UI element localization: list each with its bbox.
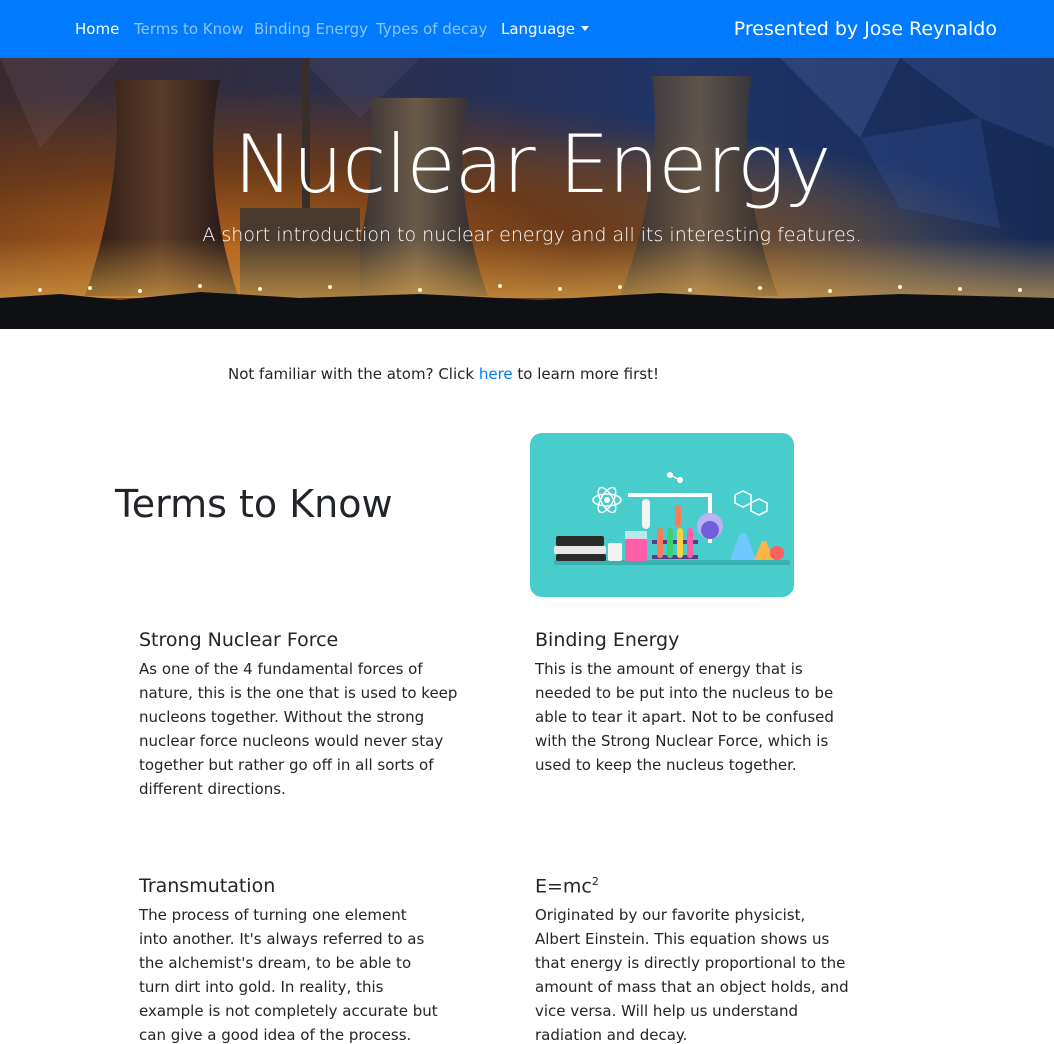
terms-section-title: Terms to Know — [115, 482, 393, 526]
navbar: Home Terms to Know Binding Energy Types … — [0, 0, 1054, 58]
term-card: Binding Energy This is the amount of ene… — [535, 629, 855, 777]
term-title-base: E=mc — [535, 875, 592, 898]
term-title: E=mc2 — [535, 875, 855, 897]
nav-home-link[interactable]: Home — [75, 20, 119, 38]
term-card: Strong Nuclear Force As one of the 4 fun… — [139, 629, 459, 801]
term-title-superscript: 2 — [591, 875, 599, 888]
term-body: Originated by our favorite physicist, Al… — [535, 906, 849, 1044]
language-dropdown-label: Language — [501, 20, 576, 38]
intro-text-before: Not familiar with the atom? Click — [228, 365, 479, 383]
term-body: As one of the 4 fundamental forces of na… — [139, 660, 458, 798]
term-title: Binding Energy — [535, 629, 680, 651]
hero-banner: Nuclear Energy A short introduction to n… — [0, 58, 1054, 329]
lab-equipment-illustration — [530, 433, 794, 597]
nav-terms-link[interactable]: Terms to Know — [134, 20, 244, 38]
intro-text: Not familiar with the atom? Click here t… — [228, 365, 659, 383]
hero-subtitle: A short introduction to nuclear energy a… — [202, 224, 862, 246]
language-dropdown[interactable]: Language — [501, 20, 590, 38]
presenter-credit: Presented by Jose Reynaldo — [733, 18, 997, 40]
nav-types-of-decay-link[interactable]: Types of decay — [376, 20, 487, 38]
term-card: Transmutation The process of turning one… — [139, 875, 459, 1044]
term-body: The process of turning one element into … — [139, 906, 438, 1044]
hero-title: Nuclear Energy — [233, 118, 832, 211]
term-title: Strong Nuclear Force — [139, 629, 339, 651]
intro-text-after: to learn more first! — [512, 365, 659, 383]
learn-atom-link[interactable]: here — [479, 365, 513, 383]
term-body: This is the amount of energy that is nee… — [535, 660, 834, 774]
term-card: E=mc2 Originated by our favorite physici… — [535, 875, 855, 1044]
chevron-down-icon — [581, 26, 590, 31]
nav-binding-energy-link[interactable]: Binding Energy — [254, 20, 368, 38]
term-title: Transmutation — [139, 875, 276, 897]
